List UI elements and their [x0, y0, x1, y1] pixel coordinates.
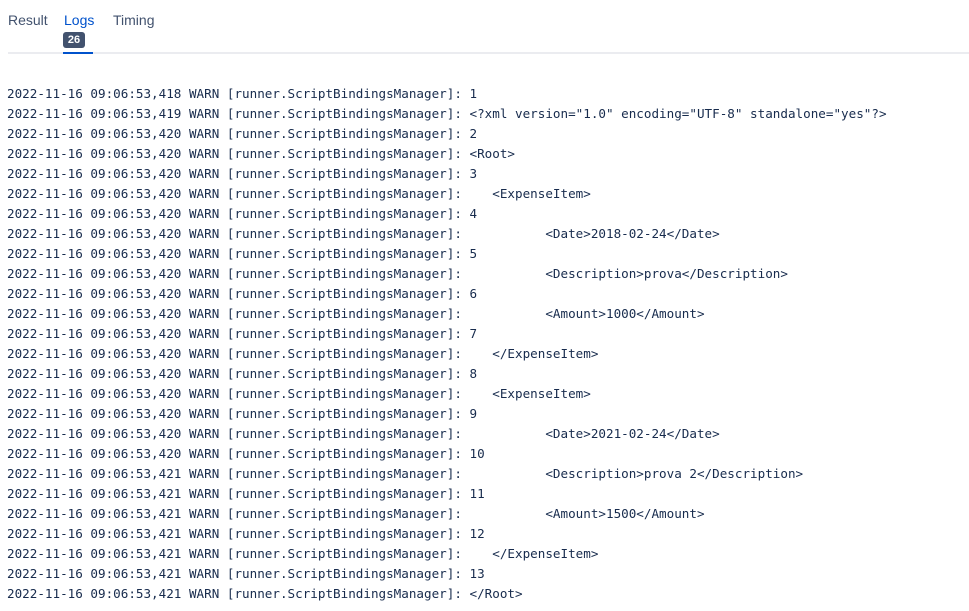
logs-count-badge: 26	[63, 32, 85, 48]
log-line: 2022-11-16 09:06:53,421 WARN [runner.Scr…	[7, 526, 485, 541]
tab-bar-divider	[8, 52, 969, 54]
log-line: 2022-11-16 09:06:53,420 WARN [runner.Scr…	[7, 266, 788, 281]
tab-result[interactable]: Result	[8, 11, 48, 29]
log-line: 2022-11-16 09:06:53,421 WARN [runner.Scr…	[7, 586, 523, 601]
log-line: 2022-11-16 09:06:53,420 WARN [runner.Scr…	[7, 446, 485, 461]
log-line: 2022-11-16 09:06:53,420 WARN [runner.Scr…	[7, 386, 591, 401]
log-line: 2022-11-16 09:06:53,420 WARN [runner.Scr…	[7, 226, 720, 241]
log-line: 2022-11-16 09:06:53,420 WARN [runner.Scr…	[7, 186, 591, 201]
log-line: 2022-11-16 09:06:53,420 WARN [runner.Scr…	[7, 166, 478, 181]
tab-bar: Result Logs Timing 26	[0, 0, 969, 54]
log-line: 2022-11-16 09:06:53,421 WARN [runner.Scr…	[7, 486, 485, 501]
log-line: 2022-11-16 09:06:53,420 WARN [runner.Scr…	[7, 286, 478, 301]
log-line: 2022-11-16 09:06:53,420 WARN [runner.Scr…	[7, 346, 599, 361]
log-line: 2022-11-16 09:06:53,420 WARN [runner.Scr…	[7, 206, 478, 221]
log-line: 2022-11-16 09:06:53,419 WARN [runner.Scr…	[7, 106, 887, 121]
tab-logs[interactable]: Logs	[64, 11, 94, 29]
log-line: 2022-11-16 09:06:53,420 WARN [runner.Scr…	[7, 246, 478, 261]
log-line: 2022-11-16 09:06:53,421 WARN [runner.Scr…	[7, 506, 705, 521]
log-line: 2022-11-16 09:06:53,421 WARN [runner.Scr…	[7, 546, 599, 561]
log-line: 2022-11-16 09:06:53,421 WARN [runner.Scr…	[7, 466, 804, 481]
log-line: 2022-11-16 09:06:53,420 WARN [runner.Scr…	[7, 126, 478, 141]
log-line: 2022-11-16 09:06:53,420 WARN [runner.Scr…	[7, 426, 720, 441]
tab-timing[interactable]: Timing	[113, 11, 155, 29]
log-line: 2022-11-16 09:06:53,420 WARN [runner.Scr…	[7, 146, 515, 161]
log-line: 2022-11-16 09:06:53,420 WARN [runner.Scr…	[7, 406, 478, 421]
log-line: 2022-11-16 09:06:53,420 WARN [runner.Scr…	[7, 326, 478, 341]
log-line: 2022-11-16 09:06:53,418 WARN [runner.Scr…	[7, 86, 478, 101]
log-output: 2022-11-16 09:06:53,418 WARN [runner.Scr…	[7, 84, 967, 604]
active-tab-indicator	[63, 52, 93, 54]
log-line: 2022-11-16 09:06:53,420 WARN [runner.Scr…	[7, 366, 478, 381]
log-line: 2022-11-16 09:06:53,421 WARN [runner.Scr…	[7, 566, 485, 581]
log-line: 2022-11-16 09:06:53,420 WARN [runner.Scr…	[7, 306, 705, 321]
